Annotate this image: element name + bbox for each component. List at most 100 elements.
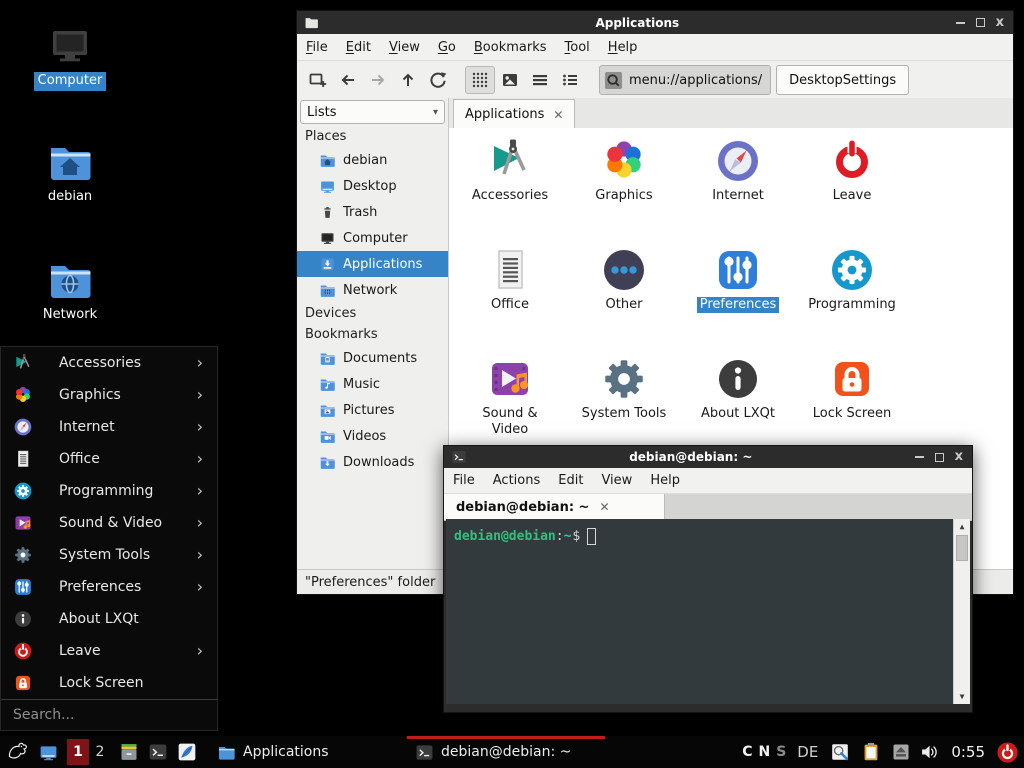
- scroll-up-icon[interactable]: ▲: [954, 519, 970, 534]
- detailed-view-button[interactable]: [555, 66, 585, 94]
- clock[interactable]: 0:55: [951, 743, 985, 761]
- desktop-icon-network[interactable]: Network: [22, 256, 118, 325]
- icon-view-button[interactable]: [465, 66, 495, 94]
- terminal-menu-actions[interactable]: Actions: [484, 473, 550, 488]
- sidebar-item-downloads[interactable]: Downloads: [297, 449, 448, 475]
- task-button-debian-debian-~[interactable]: debian@debian: ~: [407, 736, 605, 768]
- app-category-accessories[interactable]: Accessories: [453, 137, 567, 246]
- sidebar-mode-select[interactable]: Lists ▾: [300, 100, 445, 124]
- menu-search-input[interactable]: Search...: [1, 699, 217, 730]
- sidebar-item-computer[interactable]: Computer: [297, 225, 448, 251]
- up-button[interactable]: [393, 66, 423, 94]
- keyboard-layout-indicator[interactable]: DE: [797, 743, 818, 761]
- maximize-icon[interactable]: [935, 453, 944, 462]
- terminal-scrollbar[interactable]: ▲ ▼: [953, 519, 970, 704]
- tab-close-icon[interactable]: ✕: [553, 108, 563, 122]
- app-category-programming[interactable]: Programming: [795, 246, 909, 355]
- desktop-settings-button[interactable]: DesktopSettings: [776, 65, 909, 95]
- fm-titlebar[interactable]: Applications x: [297, 11, 1013, 34]
- terminal-menu-view[interactable]: View: [592, 473, 641, 488]
- fm-menu-view[interactable]: View: [380, 40, 429, 55]
- desktop-icon-debian[interactable]: debian: [22, 138, 118, 207]
- compact-view-button[interactable]: [525, 66, 555, 94]
- sidebar-item-label: Trash: [343, 205, 377, 220]
- menu-item-office[interactable]: Office›: [1, 443, 217, 475]
- screenshot-tool-icon[interactable]: [829, 741, 851, 763]
- fm-menu-go[interactable]: Go: [429, 40, 465, 55]
- address-bar[interactable]: menu://applications/: [599, 65, 771, 95]
- task-button-applications[interactable]: Applications: [209, 736, 407, 768]
- sidebar-item-videos[interactable]: Videos: [297, 423, 448, 449]
- quicklaunch-terminal-icon[interactable]: [148, 742, 168, 762]
- terminal-menu-edit[interactable]: Edit: [549, 473, 592, 488]
- sidebar-item-pictures[interactable]: Pictures: [297, 397, 448, 423]
- volume-icon[interactable]: [920, 742, 940, 762]
- maximize-icon[interactable]: [976, 18, 985, 27]
- fm-menu-file[interactable]: File: [297, 40, 337, 55]
- sidebar-item-debian[interactable]: debian: [297, 147, 448, 173]
- terminal-titlebar[interactable]: debian@debian: ~ x: [444, 446, 972, 468]
- back-button[interactable]: [333, 66, 363, 94]
- quicklaunch-file-manager-icon[interactable]: [119, 742, 139, 762]
- workspace-2-button[interactable]: 2: [91, 739, 109, 765]
- terminal-menu-file[interactable]: File: [444, 473, 484, 488]
- sidebar-item-desktop[interactable]: Desktop: [297, 173, 448, 199]
- sidebar-item-music[interactable]: Music: [297, 371, 448, 397]
- menu-item-programming[interactable]: Programming›: [1, 475, 217, 507]
- desktop-icon-computer[interactable]: Computer: [22, 22, 118, 91]
- app-category-label: Other: [603, 297, 646, 313]
- eject-removable-media-icon[interactable]: [891, 742, 911, 762]
- app-category-internet[interactable]: Internet: [681, 137, 795, 246]
- app-category-office[interactable]: Office: [453, 246, 567, 355]
- reload-button[interactable]: [423, 66, 453, 94]
- terminal-menu-help[interactable]: Help: [641, 473, 689, 488]
- minimize-icon[interactable]: [915, 456, 924, 458]
- app-category-leave[interactable]: Leave: [795, 137, 909, 246]
- menu-item-about-lxqt[interactable]: About LXQt: [1, 603, 217, 635]
- fm-menu-help[interactable]: Help: [599, 40, 647, 55]
- quicklaunch-text-editor-icon[interactable]: [177, 742, 197, 762]
- imgview-icon: [500, 70, 520, 90]
- clipboard-icon[interactable]: [860, 741, 882, 763]
- app-category-other[interactable]: Other: [567, 246, 681, 355]
- menu-item-preferences[interactable]: Preferences›: [1, 571, 217, 603]
- sidebar-item-applications[interactable]: Applications: [297, 251, 448, 277]
- show-desktop-button[interactable]: [38, 742, 59, 763]
- tab-applications[interactable]: Applications ✕: [453, 99, 575, 129]
- preferences-icon: [714, 246, 762, 294]
- new-tab-button[interactable]: [303, 66, 333, 94]
- forward-button[interactable]: [363, 66, 393, 94]
- fm-menu-tool[interactable]: Tool: [556, 40, 599, 55]
- app-category-graphics[interactable]: Graphics: [567, 137, 681, 246]
- app-category-preferences[interactable]: Preferences: [681, 246, 795, 355]
- tab-close-icon[interactable]: ✕: [599, 500, 609, 514]
- thumbnail-view-button[interactable]: [495, 66, 525, 94]
- menu-item-lock-screen[interactable]: Lock Screen: [1, 667, 217, 699]
- taskbar: 1 2 Applicationsdebian@debian: ~ CNS DE …: [0, 736, 1024, 768]
- fm-menu-bookmarks[interactable]: Bookmarks: [465, 40, 556, 55]
- fm-menu-edit[interactable]: Edit: [337, 40, 380, 55]
- main-menu-button[interactable]: [6, 740, 30, 764]
- menu-item-system-tools[interactable]: System Tools›: [1, 539, 217, 571]
- terminal-content[interactable]: debian@debian:~$ ▲ ▼: [446, 519, 970, 704]
- terminal-tab[interactable]: debian@debian: ~ ✕: [444, 494, 665, 520]
- close-icon[interactable]: x: [996, 18, 1004, 28]
- leave-button[interactable]: [996, 741, 1019, 764]
- menu-item-sound-video[interactable]: Sound & Video›: [1, 507, 217, 539]
- sidebar-item-trash[interactable]: Trash: [297, 199, 448, 225]
- sidebar-item-label: debian: [343, 153, 387, 168]
- menu-item-leave[interactable]: Leave›: [1, 635, 217, 667]
- menu-item-label: Preferences: [59, 579, 141, 595]
- sidebar-item-documents[interactable]: Documents: [297, 345, 448, 371]
- task-label: Applications: [243, 744, 329, 760]
- scroll-down-icon[interactable]: ▼: [954, 689, 970, 704]
- menu-item-accessories[interactable]: Accessories›: [1, 347, 217, 379]
- menu-item-graphics[interactable]: Graphics›: [1, 379, 217, 411]
- workspace-1-button[interactable]: 1: [67, 739, 89, 765]
- newtab-icon: [308, 70, 328, 90]
- close-icon[interactable]: x: [955, 452, 963, 462]
- menu-item-internet[interactable]: Internet›: [1, 411, 217, 443]
- sidebar-item-network[interactable]: Network: [297, 277, 448, 303]
- scrollbar-thumb[interactable]: [956, 535, 968, 561]
- minimize-icon[interactable]: [956, 22, 965, 24]
